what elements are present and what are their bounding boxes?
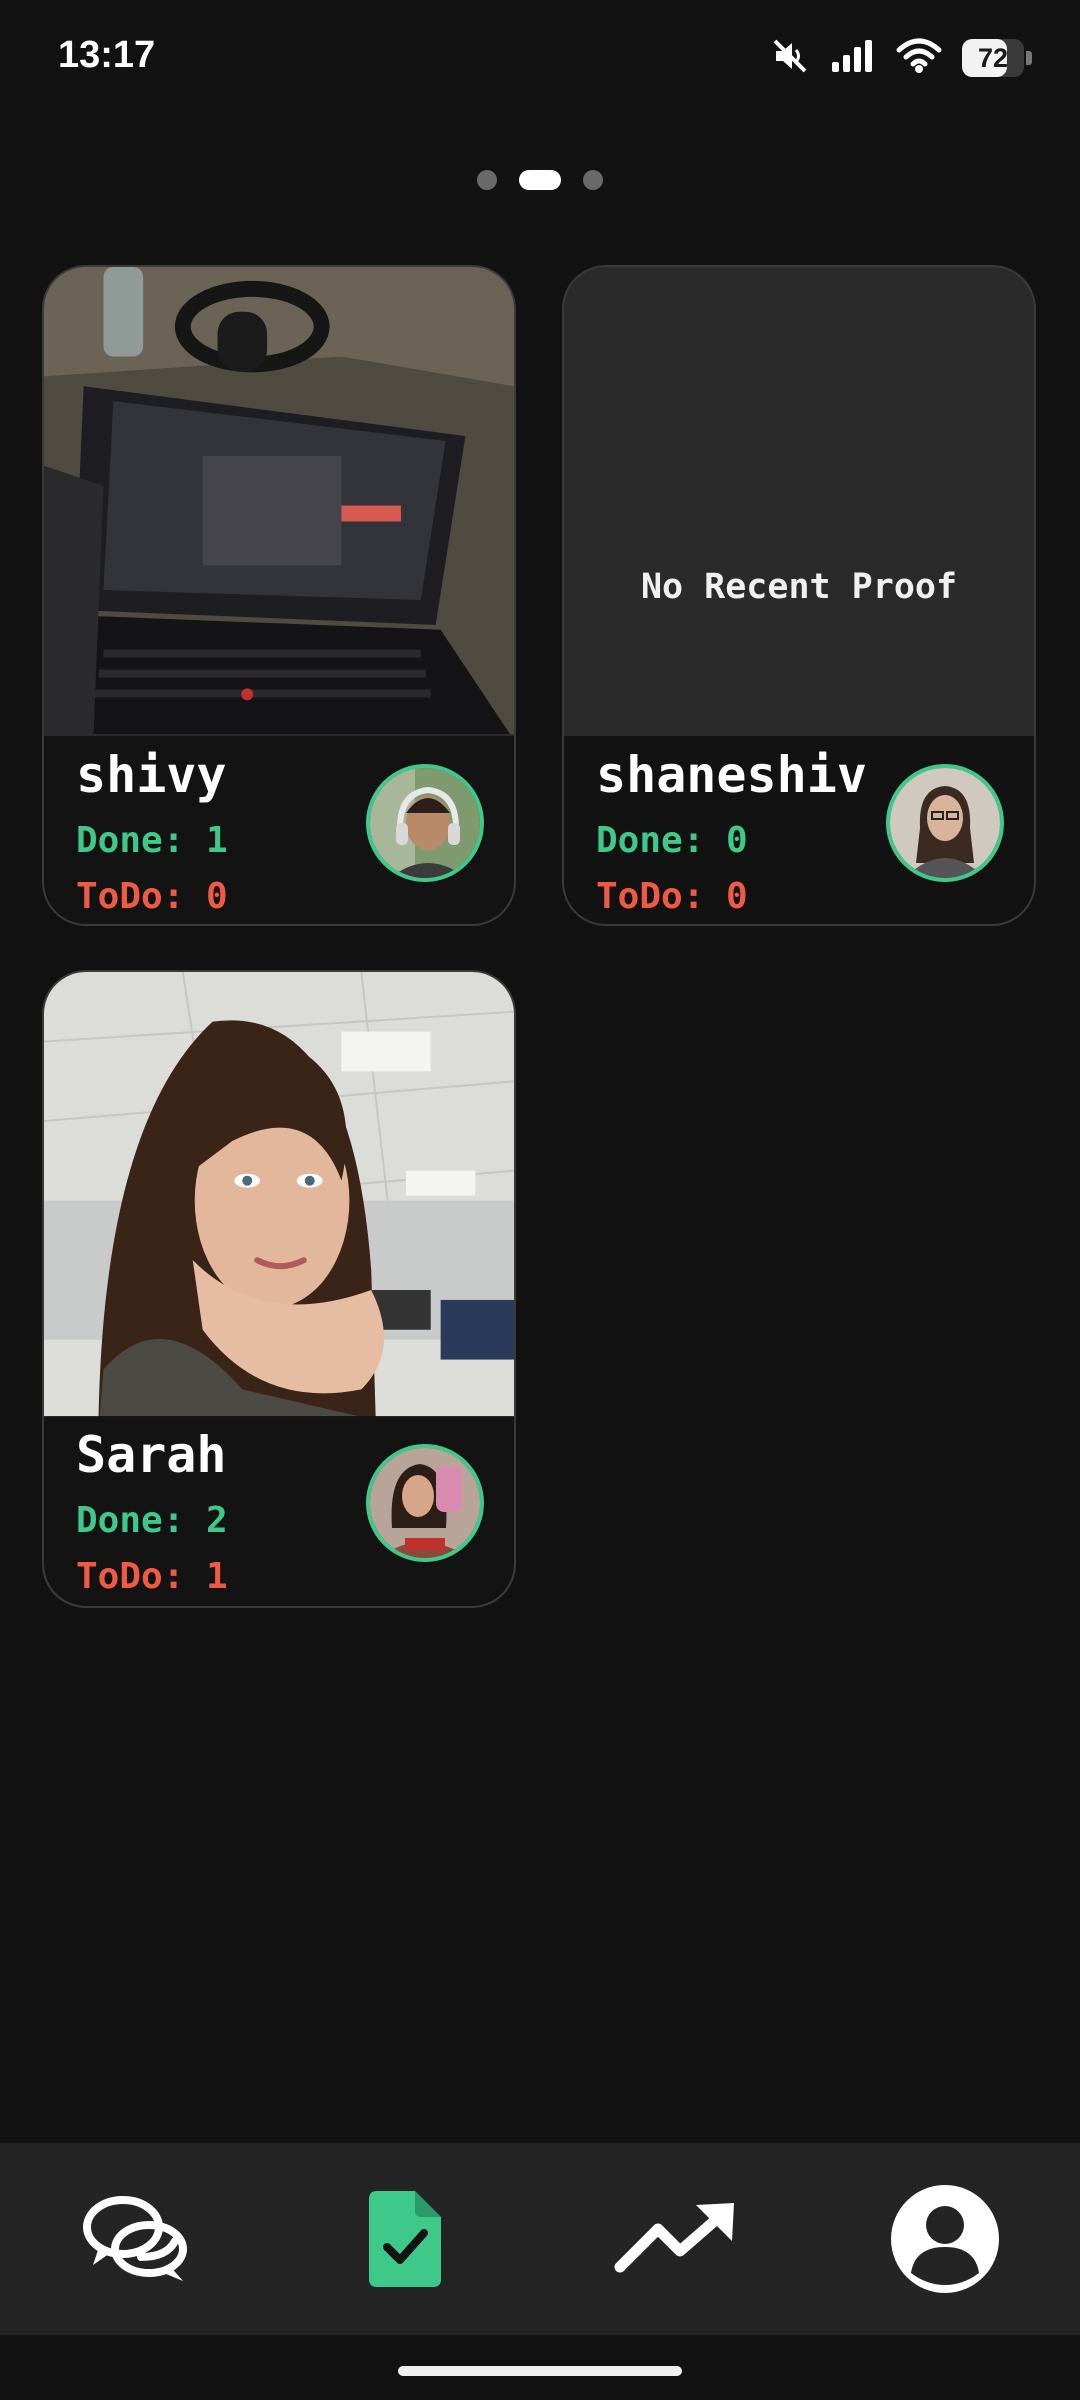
no-recent-proof-text: No Recent Proof: [640, 567, 958, 607]
avatar[interactable]: [366, 1444, 484, 1562]
trending-icon: [614, 2203, 734, 2273]
profile-icon: [891, 2185, 999, 2293]
page-dot[interactable]: [583, 170, 603, 190]
friend-card-sarah[interactable]: Sarah Done: 2 ToDo: 1: [42, 970, 516, 1608]
todo-count: ToDo: 1: [76, 1556, 228, 1597]
avatar[interactable]: [366, 764, 484, 882]
wifi-icon: [896, 38, 942, 79]
card-username: shivy: [76, 746, 227, 804]
page-dot-active[interactable]: [519, 170, 561, 190]
nav-trending[interactable]: [540, 2143, 810, 2335]
battery-icon: 72: [962, 39, 1032, 77]
done-count: Done: 0: [596, 820, 748, 861]
mute-icon: [770, 36, 810, 81]
home-indicator[interactable]: [398, 2366, 682, 2376]
nav-proof[interactable]: [270, 2143, 540, 2335]
avatar-image: [370, 1448, 480, 1558]
nav-chat[interactable]: [0, 2143, 270, 2335]
todo-count: ToDo: 0: [76, 876, 228, 917]
card-info: shaneshiv Done: 0 ToDo: 0: [564, 736, 1034, 924]
avatar-image: [370, 768, 480, 878]
todo-count: ToDo: 0: [596, 876, 748, 917]
proof-document-icon: [369, 2191, 441, 2287]
page-dot[interactable]: [477, 170, 497, 190]
card-info: shivy Done: 1 ToDo: 0: [44, 736, 514, 924]
card-username: shaneshiv: [596, 746, 867, 804]
bottom-navigation: [0, 2143, 1080, 2335]
status-icons: 72: [770, 36, 1032, 80]
friend-card-shaneshiv[interactable]: No Recent Proof shaneshiv Done: 0 ToDo: …: [562, 265, 1036, 926]
nav-profile[interactable]: [810, 2143, 1080, 2335]
page-indicator: [0, 170, 1080, 190]
card-username: Sarah: [76, 1426, 227, 1484]
avatar[interactable]: [886, 764, 1004, 882]
battery-percent: 72: [977, 43, 1009, 73]
friend-card-shivy[interactable]: shivy Done: 1 ToDo: 0: [42, 265, 516, 926]
status-bar: 13:17 72: [0, 0, 1080, 110]
avatar-image: [890, 768, 1000, 878]
done-count: Done: 2: [76, 1500, 228, 1541]
chat-icon: [83, 2196, 187, 2281]
card-info: Sarah Done: 2 ToDo: 1: [44, 1416, 514, 1606]
signal-icon: [830, 38, 876, 79]
done-count: Done: 1: [76, 820, 228, 861]
status-time: 13:17: [58, 34, 156, 76]
